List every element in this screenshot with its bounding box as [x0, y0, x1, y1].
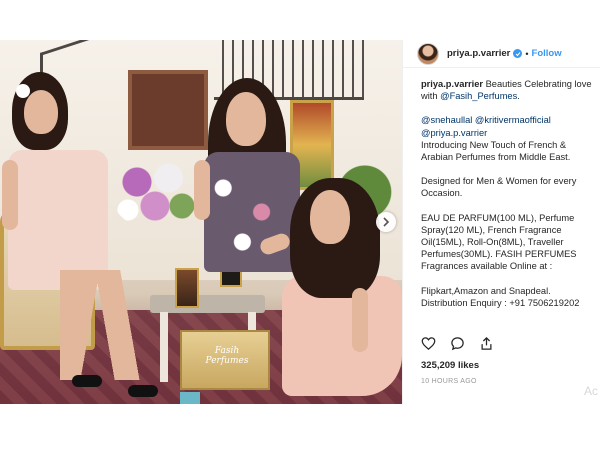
post-photo[interactable]: Fasih Perfumes	[0, 40, 402, 404]
caption-mention[interactable]: @Fasih_Perfumes	[440, 91, 517, 101]
caption-mention[interactable]: @kritivermaofficial	[475, 115, 551, 125]
comment-button[interactable]	[450, 336, 465, 351]
like-button[interactable]	[421, 336, 436, 351]
caption-mention[interactable]: @snehaullal	[421, 115, 472, 125]
photo-table	[150, 295, 265, 313]
post-timestamp[interactable]: 10 HOURS AGO	[421, 378, 477, 385]
post-caption: priya.p.varrier Beauties Celebrating lov…	[421, 78, 599, 309]
caption-intro: Introducing New Touch of French & Arabia…	[421, 139, 571, 163]
photo-perfume-bottle	[180, 392, 200, 404]
avatar[interactable]	[417, 42, 439, 65]
photo-fireplace	[128, 70, 208, 150]
photo-table-leg	[160, 312, 168, 382]
caption-mention[interactable]: @priya.p.varrier	[421, 128, 487, 138]
username[interactable]: priya.p.varrier	[447, 48, 510, 59]
comment-icon	[451, 337, 464, 351]
post-side-panel: priya.p.varrier • Follow priya.p.varrier…	[402, 40, 600, 404]
caption-username[interactable]: priya.p.varrier	[421, 79, 483, 89]
likes-count[interactable]: 325,209 likes	[421, 360, 479, 371]
instagram-post: Fasih Perfumes priya.p.varrier • Follow …	[0, 40, 600, 404]
photo-flowers	[110, 150, 200, 230]
next-photo-button[interactable]	[376, 212, 396, 232]
verified-badge-icon	[513, 49, 523, 58]
caption-products: EAU DE PARFUM(100 ML), Perfume Spray(120…	[421, 212, 577, 272]
caption-text: .	[517, 91, 520, 102]
watermark: Ac	[584, 384, 599, 398]
post-actions	[421, 336, 494, 351]
caption-stores: Flipkart,Amazon and Snapdeal.	[421, 285, 551, 296]
share-button[interactable]	[479, 336, 494, 351]
follow-button[interactable]: Follow	[532, 48, 562, 59]
separator-dot: •	[525, 48, 529, 59]
caption-designed: Designed for Men & Women for every Occas…	[421, 176, 577, 199]
share-icon	[481, 336, 492, 350]
photo-gift-box-label: Fasih Perfumes	[205, 346, 249, 366]
heart-icon	[421, 337, 436, 350]
photo-perfume-bottle	[175, 268, 199, 308]
post-header: priya.p.varrier • Follow	[403, 40, 600, 68]
chevron-right-icon	[383, 217, 390, 227]
caption-enquiry: Distribution Enquiry : +91 7506219202	[421, 297, 580, 308]
